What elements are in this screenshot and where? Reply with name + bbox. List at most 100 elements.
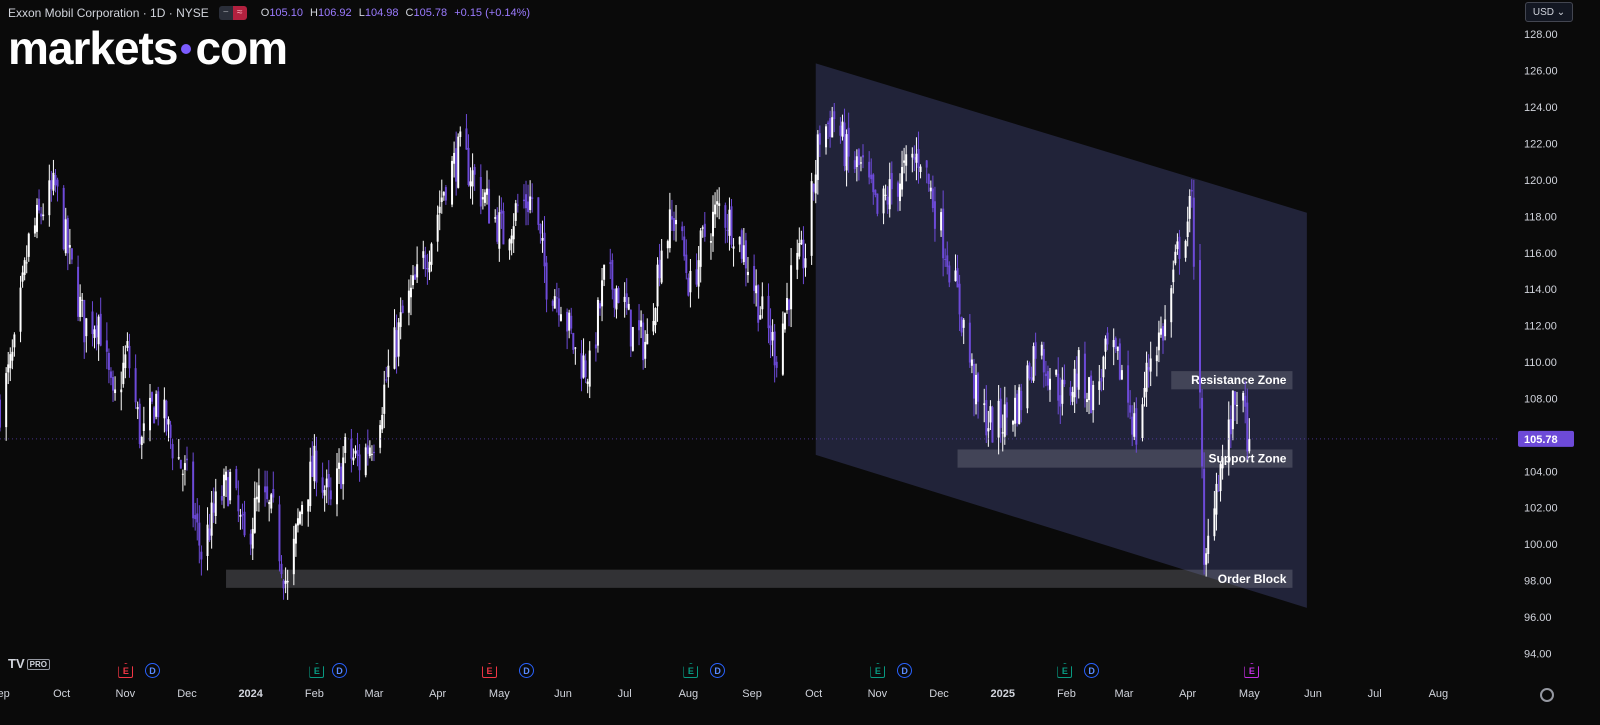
candle-body	[323, 490, 326, 496]
candle-body	[827, 122, 830, 125]
candle	[773, 324, 776, 383]
candle	[225, 466, 228, 498]
candle-body	[738, 236, 741, 245]
minus-icon[interactable]: −	[218, 6, 233, 20]
close-label: C	[405, 7, 414, 19]
candle	[459, 126, 462, 147]
candle	[1028, 361, 1031, 381]
approx-icon[interactable]: ≈	[232, 6, 247, 20]
candle	[358, 444, 361, 482]
tradingview-logo[interactable]: TV PRO	[8, 656, 50, 671]
candle-body	[120, 389, 123, 393]
candle-body	[1055, 369, 1058, 375]
candle-body	[537, 197, 540, 225]
candle-body	[1229, 419, 1232, 435]
pro-badge: PRO	[26, 659, 50, 671]
chart-area[interactable]: Resistance Zone Support Zone Order Block 94…	[0, 0, 1600, 720]
candle	[802, 226, 805, 285]
candle	[572, 332, 575, 354]
candle-body	[241, 514, 244, 516]
x-tick-label: Mar	[364, 688, 383, 700]
candle-body	[559, 314, 562, 321]
candle-body	[599, 303, 601, 309]
candle-body	[383, 384, 386, 414]
candle-body	[1233, 391, 1236, 405]
candle	[531, 183, 534, 213]
symbol-title: Exxon Mobil Corporation · 1D · NYSE	[8, 6, 209, 20]
candle-body	[5, 373, 8, 428]
candle-body	[940, 212, 943, 231]
candlestick-chart[interactable]: Resistance ZoneSupport ZoneOrder Block94…	[0, 0, 1600, 720]
candle	[804, 243, 807, 277]
candle-body	[1063, 380, 1066, 385]
dividend-icon[interactable]: D	[332, 663, 348, 678]
visibility-toggle[interactable]: − ≈	[218, 6, 247, 20]
candle	[140, 435, 143, 460]
dividend-icon[interactable]: D	[145, 663, 161, 678]
candle-body	[220, 495, 223, 501]
candle-body	[962, 319, 965, 328]
x-tick-label: Jul	[618, 688, 632, 700]
dividend-icon[interactable]: D	[519, 663, 535, 678]
candle-body	[1046, 371, 1049, 386]
candle-body	[138, 403, 141, 444]
candle-body	[810, 181, 813, 256]
candle-body	[997, 400, 1000, 438]
candle	[200, 545, 203, 576]
candle-body	[54, 175, 57, 186]
candle-body	[977, 373, 980, 402]
x-tick-label: Jun	[1304, 688, 1322, 700]
gear-icon[interactable]	[1540, 688, 1554, 702]
candle-body	[1012, 421, 1015, 425]
candle	[167, 416, 170, 442]
ohlc-readout: O105.10 H106.92 L104.98 C105.78 +0.15 (+…	[257, 7, 530, 19]
dividend-icon[interactable]: D	[1084, 663, 1100, 678]
y-tick-label: 126.00	[1524, 66, 1558, 78]
candle	[399, 297, 402, 340]
candle-body	[646, 333, 649, 345]
candle-body	[459, 131, 462, 138]
candle	[601, 267, 604, 322]
candle-body	[397, 322, 400, 357]
candle	[33, 217, 36, 238]
candle-body	[670, 216, 673, 220]
candle	[455, 131, 458, 196]
candle-body	[672, 218, 675, 231]
candle-body	[666, 241, 669, 249]
candle-body	[194, 515, 197, 520]
candle-body	[625, 293, 628, 308]
candle	[268, 499, 271, 522]
candle-body	[1092, 384, 1095, 411]
candle-body	[788, 299, 791, 310]
candle-body	[368, 447, 371, 457]
currency-select[interactable]: USD ⌄	[1525, 2, 1573, 22]
candle-body	[114, 389, 117, 394]
candle-body	[572, 332, 575, 350]
candle	[235, 465, 238, 491]
candle	[395, 314, 398, 374]
candle-body	[730, 206, 733, 245]
candle	[393, 309, 396, 370]
candle-body	[52, 172, 55, 191]
candle-body	[689, 270, 692, 293]
candle-body	[1248, 438, 1251, 452]
candle-body	[105, 340, 108, 352]
candle	[350, 428, 353, 473]
candle-body	[358, 454, 361, 471]
candle-body	[210, 502, 213, 536]
candle-body	[212, 503, 215, 513]
candle	[527, 184, 530, 226]
candle	[122, 346, 125, 388]
candle-body	[596, 299, 599, 346]
candle-body	[1083, 353, 1086, 399]
candle-body	[142, 423, 145, 431]
candle-body	[1104, 338, 1107, 352]
x-tick-label: 2025	[990, 688, 1014, 700]
candle	[208, 513, 211, 542]
candle-body	[151, 392, 154, 402]
candle	[810, 172, 813, 265]
candle-body	[1106, 332, 1109, 345]
candle-body	[582, 355, 585, 378]
candle-body	[122, 362, 125, 385]
candle	[670, 199, 673, 232]
